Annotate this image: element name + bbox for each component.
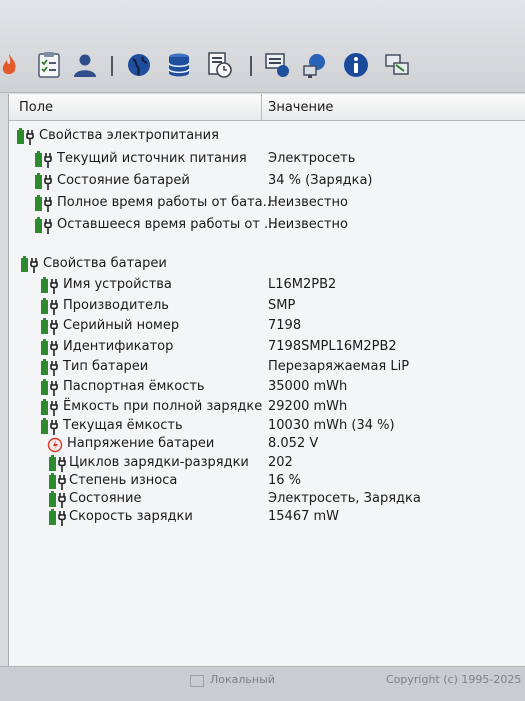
- list-item[interactable]: Состояние батарей 34 % (Зарядка): [9, 171, 525, 192]
- list-item[interactable]: Производитель SMP: [9, 296, 525, 317]
- item-label: Циклов зарядки-разрядки: [69, 455, 249, 470]
- toolbar-separator: [111, 56, 113, 76]
- battery-power-icon: [49, 509, 69, 527]
- item-label: Текущая ёмкость: [63, 418, 183, 433]
- column-header-value[interactable]: Значение: [268, 100, 333, 115]
- status-bar: Локальный Copyright (c) 1995-2025 Fi: [0, 666, 525, 701]
- item-label: Производитель: [63, 298, 169, 313]
- user-icon[interactable]: [70, 50, 100, 80]
- battery-power-icon: [35, 195, 55, 213]
- globe-icon[interactable]: [124, 50, 154, 80]
- battery-power-icon: [35, 217, 55, 235]
- item-value: 10030 mWh (34 %): [268, 418, 395, 433]
- battery-power-icon: [35, 151, 55, 169]
- local-status-icon: [190, 675, 204, 687]
- item-value: Перезаряжаемая LiP: [268, 359, 410, 374]
- database-icon[interactable]: [164, 50, 194, 80]
- group-label: Свойства батареи: [43, 256, 167, 271]
- item-label: Идентификатор: [63, 339, 174, 354]
- item-value: 8.052 V: [268, 436, 319, 451]
- battery-power-icon: [35, 173, 55, 191]
- status-copyright: Copyright (c) 1995-2025 Fi: [386, 673, 525, 686]
- item-label: Оставшееся время работы от ...: [57, 217, 277, 232]
- battery-power-icon: [21, 256, 41, 274]
- list-item[interactable]: Оставшееся время работы от ... Неизвестн…: [9, 215, 525, 236]
- remote-link-icon[interactable]: [382, 50, 412, 80]
- item-label: Имя устройства: [63, 277, 172, 292]
- column-header: Поле Значение: [9, 94, 525, 121]
- item-value: SMP: [268, 298, 296, 313]
- item-label: Ёмкость при полной зарядке: [63, 399, 263, 414]
- battery-power-icon: [17, 128, 37, 146]
- item-value: 35000 mWh: [268, 379, 348, 394]
- battery-power-icon: [41, 399, 61, 417]
- battery-power-icon: [41, 359, 61, 377]
- list-item[interactable]: Полное время работы от бата... Неизвестн…: [9, 193, 525, 214]
- item-label: Напряжение батареи: [67, 436, 215, 451]
- item-label: Тип батареи: [63, 359, 149, 374]
- item-value: 202: [268, 455, 293, 470]
- flame-icon[interactable]: [0, 50, 24, 80]
- network-globe-icon[interactable]: [300, 50, 330, 80]
- column-header-field[interactable]: Поле: [19, 100, 53, 115]
- item-value: 7198: [268, 318, 302, 333]
- group-header[interactable]: Свойства электропитания: [9, 126, 525, 147]
- toolbar: [0, 0, 525, 93]
- list-item[interactable]: Идентификатор 7198SMPL16M2PB2: [9, 337, 525, 358]
- item-label: Текущий источник питания: [57, 151, 247, 166]
- item-label: Серийный номер: [63, 318, 180, 333]
- item-value: Электросеть: [268, 151, 356, 166]
- battery-power-icon: [41, 318, 61, 336]
- group-label: Свойства электропитания: [39, 128, 219, 143]
- item-label: Скорость зарядки: [69, 509, 193, 524]
- battery-power-icon: [41, 298, 61, 316]
- network-report-icon[interactable]: [262, 50, 292, 80]
- checklist-icon[interactable]: [34, 50, 64, 80]
- list-item[interactable]: Напряжение батареи 8.052 V: [9, 434, 525, 455]
- item-value: 34 % (Зарядка): [268, 173, 373, 188]
- item-label: Степень износа: [69, 473, 178, 488]
- list-item[interactable]: Паспортная ёмкость 35000 mWh: [9, 377, 525, 398]
- toolbar-separator: [250, 56, 252, 76]
- item-label: Состояние батарей: [57, 173, 190, 188]
- item-value: Неизвестно: [268, 217, 348, 232]
- item-value: 15467 mW: [268, 509, 340, 524]
- item-value: 7198SMPL16M2PB2: [268, 339, 397, 354]
- item-value: 16 %: [268, 473, 302, 488]
- item-value: 29200 mWh: [268, 399, 348, 414]
- scheduled-report-icon[interactable]: [204, 50, 234, 80]
- list-item[interactable]: Ёмкость при полной зарядке 29200 mWh: [9, 397, 525, 418]
- group-header[interactable]: Свойства батареи: [9, 254, 525, 275]
- info-icon[interactable]: [341, 50, 371, 80]
- item-value: Неизвестно: [268, 195, 348, 210]
- item-label: Полное время работы от бата...: [57, 195, 276, 210]
- item-label: Паспортная ёмкость: [63, 379, 205, 394]
- item-value: Электросеть, Зарядка: [268, 491, 421, 506]
- list-item[interactable]: Тип батареи Перезаряжаемая LiP: [9, 357, 525, 378]
- item-label: Состояние: [69, 491, 142, 506]
- battery-power-icon: [41, 339, 61, 357]
- battery-power-icon: [41, 379, 61, 397]
- column-divider[interactable]: [261, 94, 262, 120]
- list-item[interactable]: Скорость зарядки 15467 mW: [9, 507, 525, 528]
- status-local: Локальный: [210, 673, 275, 686]
- list-item[interactable]: Текущий источник питания Электросеть: [9, 149, 525, 170]
- properties-list: Поле Значение Свойства электропитания Те…: [8, 94, 525, 666]
- voltage-icon: [47, 436, 67, 454]
- battery-power-icon: [41, 277, 61, 295]
- item-value: L16M2PB2: [268, 277, 337, 292]
- list-item[interactable]: Серийный номер 7198: [9, 316, 525, 337]
- list-item[interactable]: Имя устройства L16M2PB2: [9, 275, 525, 296]
